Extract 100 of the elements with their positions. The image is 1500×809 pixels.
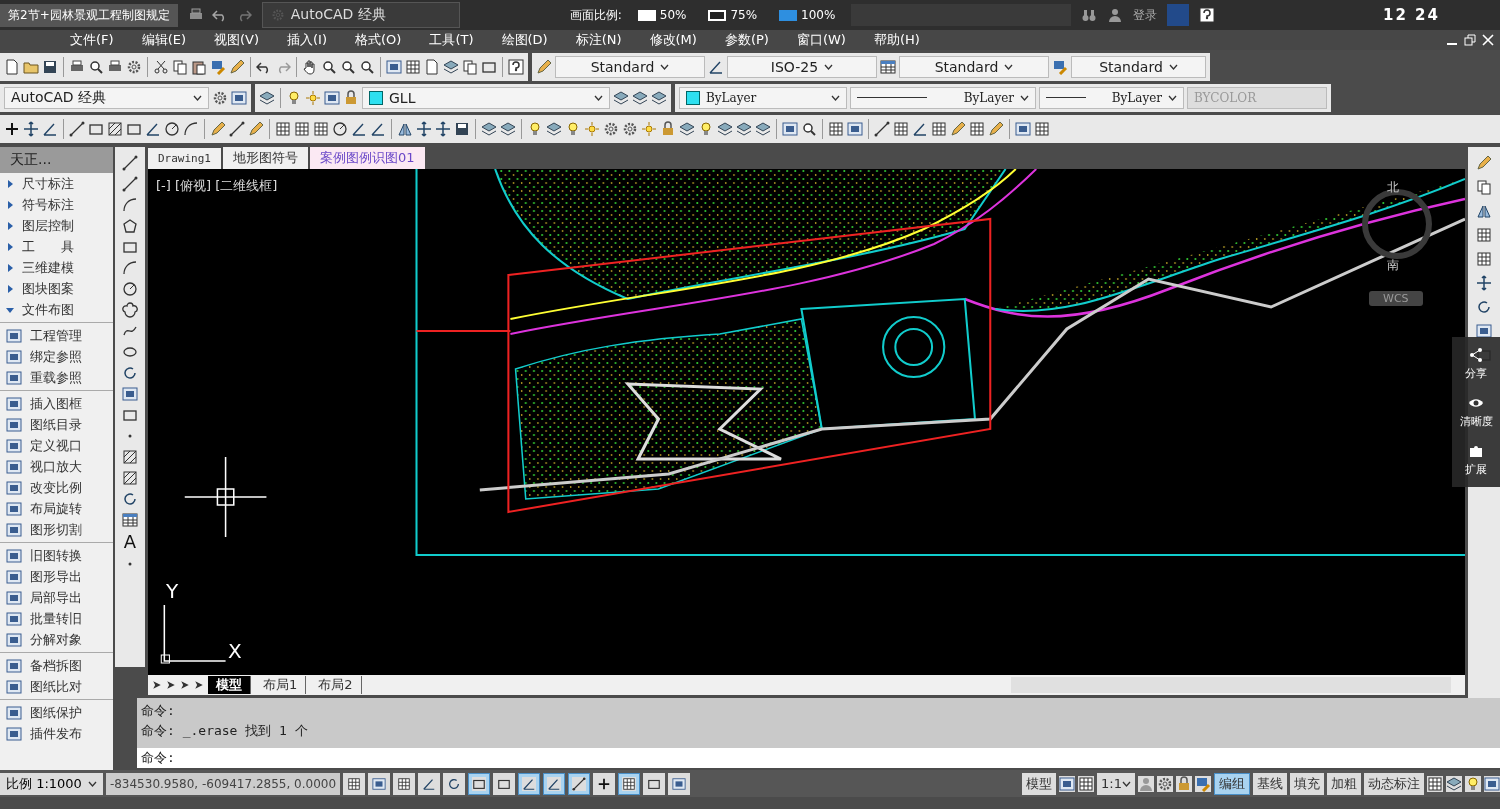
grid-icon[interactable] [893, 120, 909, 137]
file-tab[interactable]: 案例图例识图01 [310, 147, 425, 169]
caret-icon[interactable] [1020, 94, 1029, 101]
lock-icon[interactable] [1176, 775, 1192, 792]
sun-icon[interactable] [584, 120, 600, 137]
frame-icon[interactable] [782, 120, 798, 137]
zoom-option[interactable]: 50% [631, 8, 693, 22]
drafting-toggle[interactable] [443, 772, 466, 795]
save-icon[interactable] [454, 120, 470, 137]
table-icon[interactable] [880, 58, 896, 75]
text-tool[interactable]: A [123, 533, 137, 551]
drafting-toggle[interactable] [418, 772, 441, 795]
status-toggle[interactable]: 基线 [1253, 772, 1287, 795]
grid-icon[interactable] [405, 58, 421, 75]
drafting-toggle[interactable] [493, 772, 516, 795]
drafting-toggle[interactable] [343, 772, 366, 795]
panel-command[interactable]: 工程管理 [0, 325, 113, 346]
zoom-icon[interactable] [321, 58, 337, 75]
layers-icon[interactable] [259, 89, 275, 106]
grid-icon[interactable] [275, 120, 291, 137]
rotate-icon[interactable] [1476, 299, 1492, 315]
panel-command[interactable]: 改变比例 [0, 477, 113, 498]
copy-icon[interactable] [462, 58, 478, 75]
menu-item[interactable]: 工具(T) [415, 31, 488, 49]
frame-icon[interactable] [122, 386, 138, 402]
bulb-icon[interactable] [527, 120, 543, 137]
panel-command[interactable]: 绑定参照 [0, 346, 113, 367]
menu-item[interactable]: 文件(F) [56, 31, 128, 49]
caret-icon[interactable] [87, 780, 97, 787]
panel-command[interactable]: 定义视口 [0, 435, 113, 456]
zoom-icon[interactable] [801, 120, 817, 137]
viewport-label[interactable]: [-] [俯视] [二维线框] [156, 177, 278, 195]
frame-icon[interactable] [1015, 120, 1031, 137]
grid-icon[interactable] [294, 120, 310, 137]
frame-icon[interactable] [847, 120, 863, 137]
grid-icon[interactable] [1078, 775, 1095, 792]
panel-command[interactable]: 旧图转换 [0, 545, 113, 566]
command-input[interactable]: 命令: [137, 748, 1500, 768]
bulb-icon[interactable] [698, 120, 714, 137]
hatch-icon[interactable] [122, 449, 138, 465]
panel-command[interactable]: 批量转旧 [0, 608, 113, 629]
gear-icon[interactable] [622, 120, 638, 137]
scale-dropdown[interactable]: 比例 1:1000 [0, 772, 103, 795]
scissors-icon[interactable] [153, 58, 169, 75]
layers-icon[interactable] [632, 89, 648, 106]
player-button[interactable]: 清晰度 [1459, 395, 1493, 429]
copy-icon[interactable] [172, 58, 188, 75]
close-icon[interactable] [1482, 34, 1494, 46]
lock-icon[interactable] [343, 89, 359, 106]
layers-icon[interactable] [481, 120, 497, 137]
layer-dropdown[interactable]: GLL [362, 86, 610, 109]
frame-icon[interactable] [1484, 775, 1500, 792]
move-icon[interactable] [23, 120, 39, 137]
player-button[interactable]: 分享 [1465, 347, 1487, 381]
move-icon[interactable] [1476, 275, 1492, 291]
zoom-option[interactable]: 100% [773, 8, 842, 22]
status-toggle[interactable]: 动态标注 [1364, 772, 1424, 795]
grid-icon[interactable] [828, 120, 844, 137]
circle-icon[interactable] [332, 120, 348, 137]
table-icon[interactable] [122, 512, 138, 528]
menu-item[interactable]: 编辑(E) [127, 31, 200, 49]
panel-command[interactable]: 插件发布 [0, 723, 113, 744]
brush-icon[interactable] [210, 58, 226, 75]
gear-icon[interactable] [212, 89, 228, 106]
menu-item[interactable]: 格式(O) [341, 31, 416, 49]
person-icon[interactable] [1107, 7, 1124, 23]
bulb-icon[interactable] [286, 89, 302, 106]
brush-icon[interactable] [1195, 775, 1211, 792]
panel-section[interactable]: 图块图案 [0, 278, 113, 299]
status-toggle[interactable]: 填充 [1290, 772, 1324, 795]
table-style-dropdown[interactable]: Standard [899, 55, 1049, 78]
dim-style-dropdown[interactable]: ISO-25 [727, 55, 877, 78]
frame-icon[interactable] [324, 89, 340, 106]
caret-icon[interactable] [824, 63, 834, 70]
panel-section[interactable]: 工 具 [0, 236, 113, 257]
panel-command[interactable]: 布局旋转 [0, 498, 113, 519]
cloud-icon[interactable] [122, 302, 138, 318]
caret-icon[interactable] [193, 94, 202, 101]
status-toggle[interactable]: 编组 [1214, 772, 1250, 795]
layers-icon[interactable] [736, 120, 752, 137]
line-icon[interactable] [229, 120, 245, 137]
layout-tab[interactable]: 布局2 [310, 676, 362, 694]
menu-item[interactable]: 视图(V) [200, 31, 274, 49]
panel-command[interactable]: 图纸目录 [0, 414, 113, 435]
file-tab[interactable]: Drawing1 [148, 148, 221, 169]
menu-item[interactable]: 参数(P) [710, 31, 783, 49]
sun-icon[interactable] [641, 120, 657, 137]
pencil-icon[interactable] [248, 120, 264, 137]
copy-icon[interactable] [1476, 179, 1492, 195]
move-icon[interactable] [435, 120, 451, 137]
panel-section[interactable]: 图层控制 [0, 215, 113, 236]
hatch-icon[interactable] [107, 120, 123, 137]
lock-icon[interactable] [660, 120, 676, 137]
rotate-icon[interactable] [122, 491, 138, 507]
player-button[interactable]: 扩展 [1465, 443, 1487, 477]
panel-command[interactable]: 图形切割 [0, 519, 113, 540]
layers-icon[interactable] [679, 120, 695, 137]
zoom-icon[interactable] [88, 58, 104, 75]
drafting-toggle[interactable] [518, 772, 541, 795]
gear-icon[interactable] [1157, 775, 1173, 792]
